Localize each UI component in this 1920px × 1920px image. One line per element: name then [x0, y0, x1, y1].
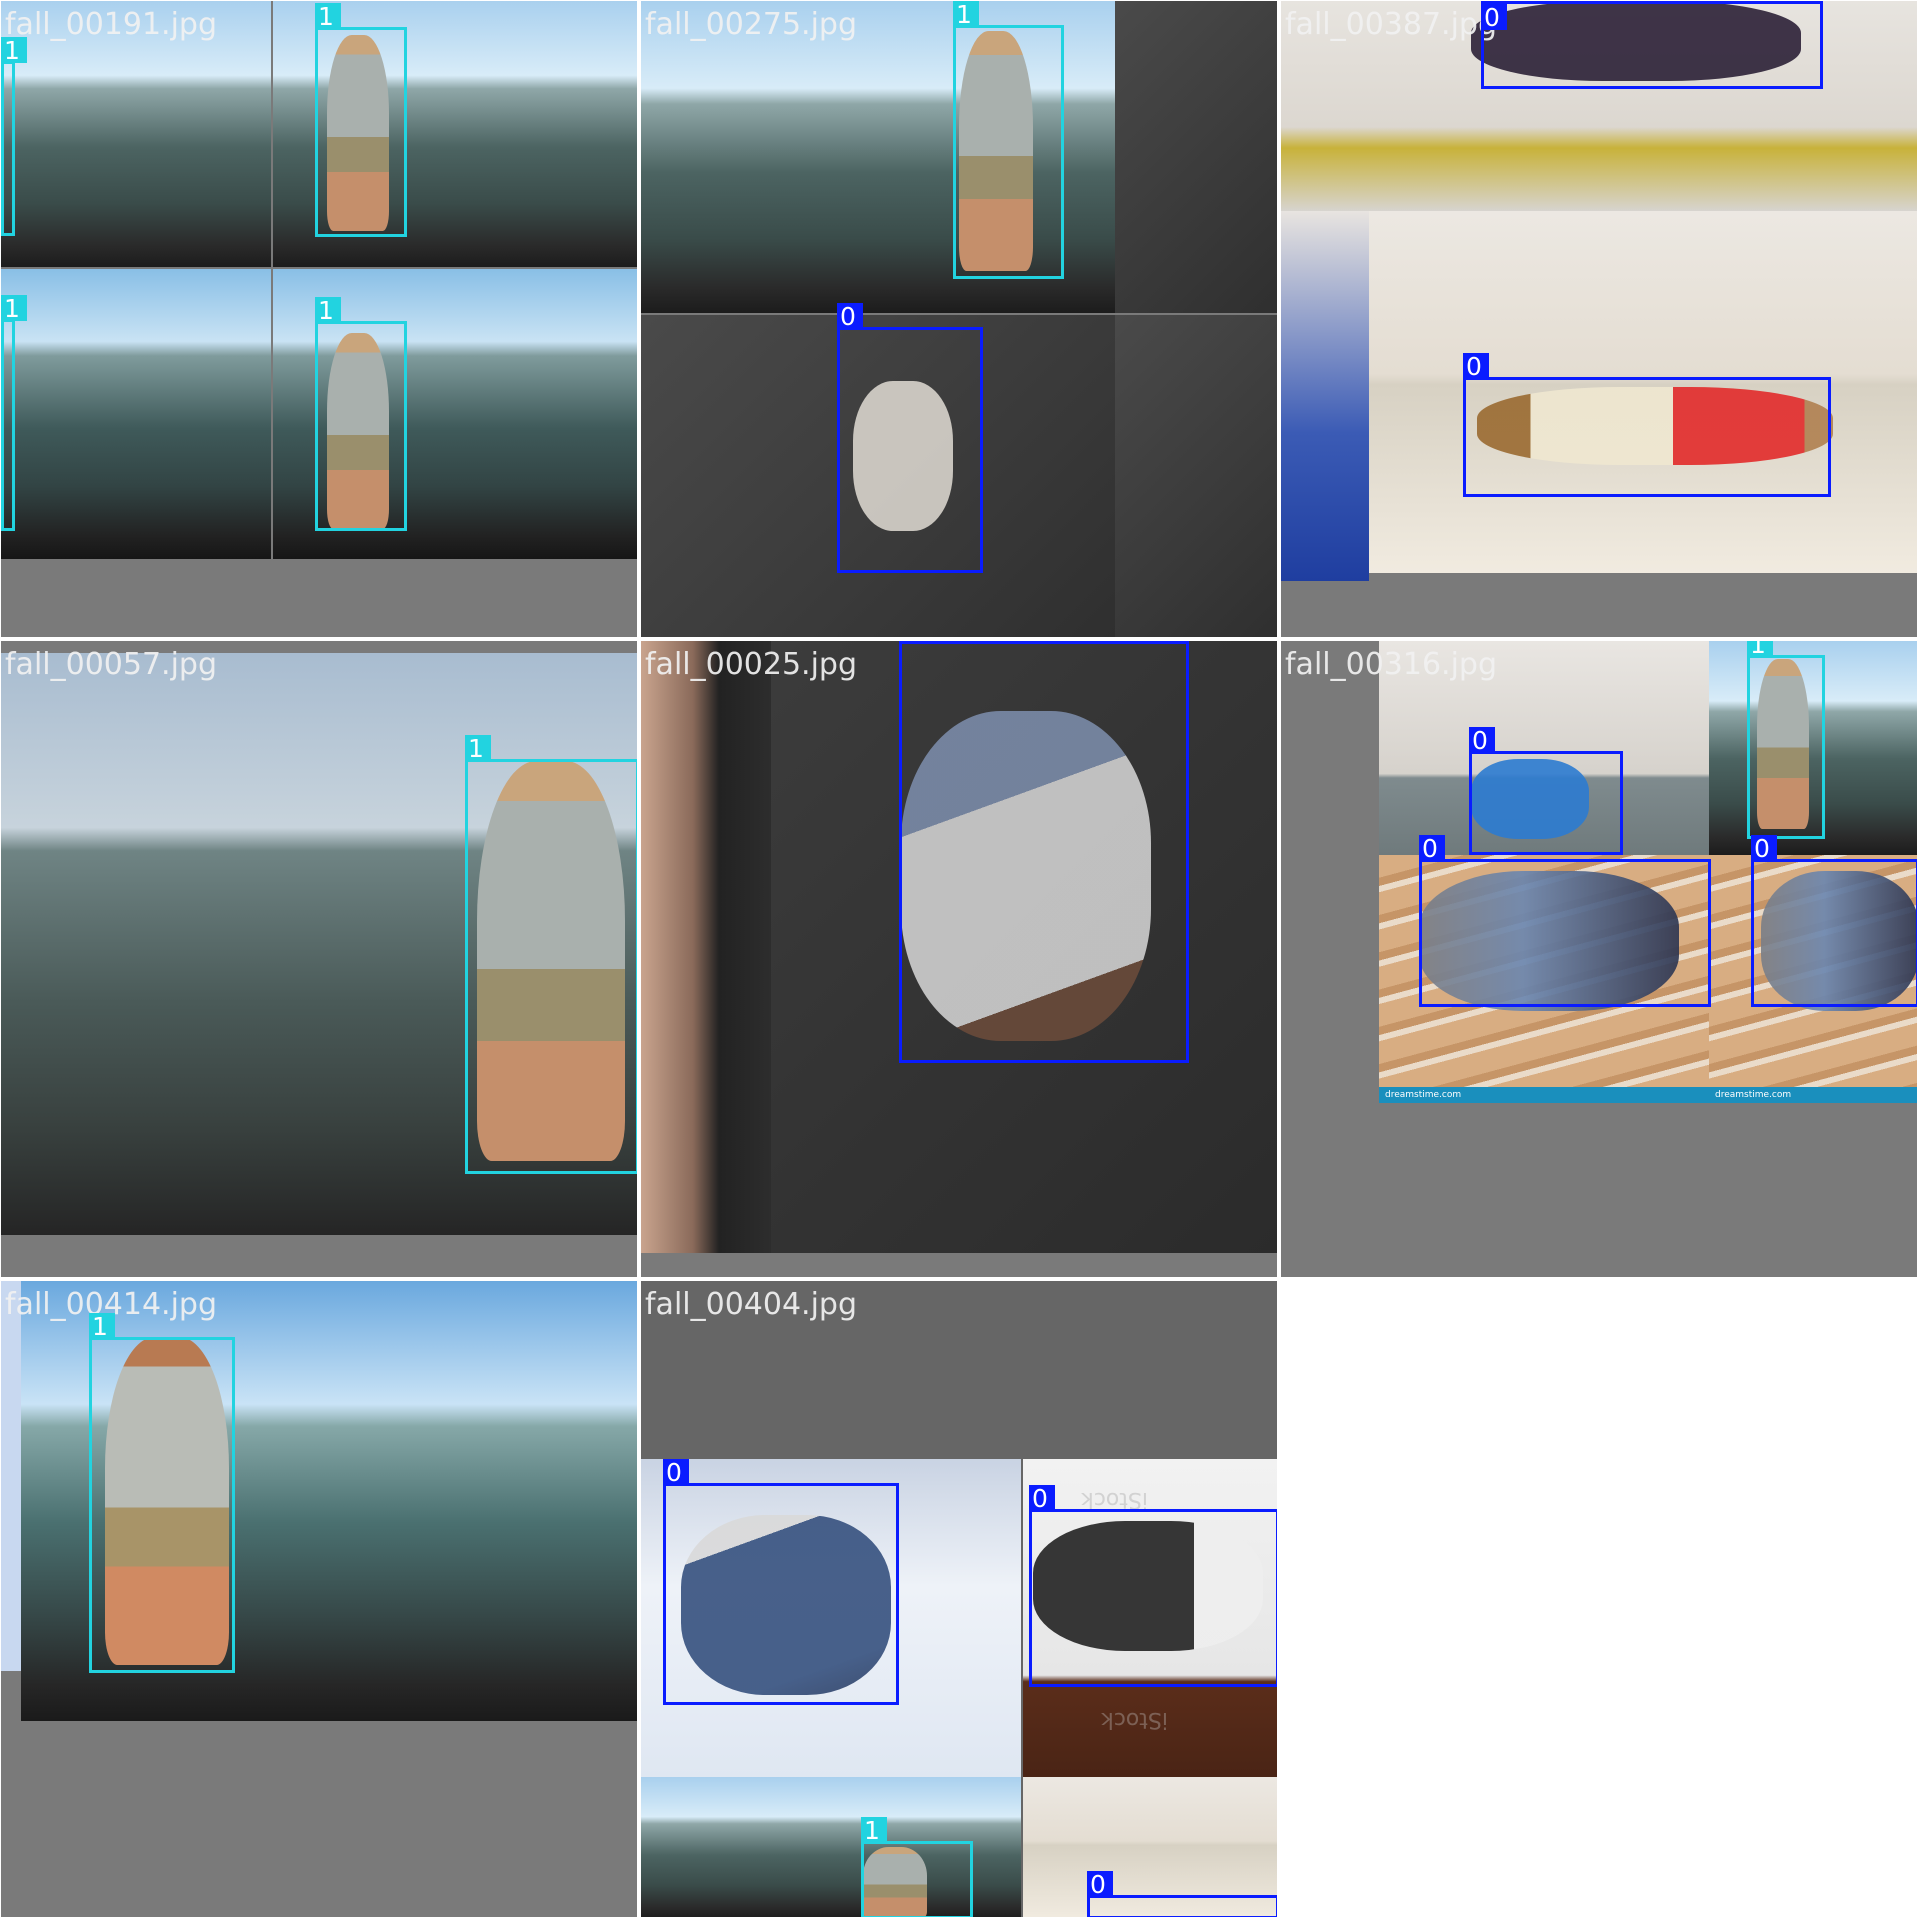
- tile-fall-00387[interactable]: fall_00387.jpg 0 0: [1280, 0, 1918, 638]
- seashore-photo: [1, 269, 271, 559]
- detection-mosaic-grid: fall_00191.jpg 1 1 1 1 fall_00275.jpg 1 …: [0, 0, 1920, 1920]
- tile-fall-00414[interactable]: fall_00414.jpg 1: [0, 1280, 638, 1918]
- bbox-label: 0: [1481, 4, 1507, 31]
- bbox-class-0[interactable]: 0: [899, 641, 1189, 1063]
- bbox-class-1[interactable]: 1: [1, 37, 27, 236]
- tile-fall-00316[interactable]: dreamstime.com dreamstime.com fall_00316…: [1280, 640, 1918, 1278]
- image-filename: fall_00404.jpg: [645, 1287, 858, 1322]
- overhead-floor-photo: [1115, 315, 1277, 637]
- image-filename: fall_00316.jpg: [1285, 647, 1498, 682]
- image-filename: fall_00191.jpg: [5, 7, 218, 42]
- image-filename: fall_00057.jpg: [5, 647, 218, 682]
- watermark-strip: dreamstime.com: [1709, 1087, 1917, 1103]
- bbox-label: 0: [1087, 1871, 1113, 1898]
- tile-fall-00275[interactable]: fall_00275.jpg 1 0: [640, 0, 1278, 638]
- bbox-label: 0: [899, 641, 925, 644]
- bbox-label: 0: [663, 1459, 689, 1486]
- bbox-label: 1: [861, 1817, 887, 1844]
- overhead-floor-photo: [1115, 1, 1277, 313]
- bbox-class-0[interactable]: 0: [1469, 727, 1623, 855]
- empty-grid-slot: [1280, 1280, 1920, 1920]
- bbox-class-0[interactable]: 0: [837, 303, 983, 573]
- bbox-label: 1: [1, 295, 27, 322]
- bbox-label: 0: [1463, 353, 1489, 380]
- bbox-class-0[interactable]: 0: [1481, 1, 1823, 89]
- bbox-label: 1: [1747, 641, 1773, 658]
- edge-strip: [1, 1281, 21, 1671]
- image-filename: fall_00025.jpg: [645, 647, 858, 682]
- bbox-label: 1: [315, 297, 341, 324]
- bbox-label: 1: [315, 3, 341, 30]
- bbox-label: 0: [1029, 1485, 1055, 1512]
- bbox-label: 0: [837, 303, 863, 330]
- bbox-class-1[interactable]: 1: [861, 1817, 973, 1917]
- bbox-class-1[interactable]: 1: [953, 1, 1064, 279]
- tile-fall-00057[interactable]: fall_00057.jpg 1: [0, 640, 638, 1278]
- bbox-label: 1: [953, 1, 979, 28]
- bbox-label: 0: [1419, 835, 1445, 862]
- bbox-class-0[interactable]: 0: [663, 1459, 899, 1705]
- bbox-class-0[interactable]: 0: [1029, 1485, 1277, 1687]
- bbox-class-1[interactable]: 1: [315, 3, 407, 237]
- image-filename: fall_00275.jpg: [645, 7, 858, 42]
- bbox-class-0[interactable]: 0: [1419, 835, 1711, 1007]
- bbox-class-1[interactable]: 1: [465, 735, 637, 1174]
- tile-fall-00025[interactable]: fall_00025.jpg 0: [640, 640, 1278, 1278]
- bbox-label: 1: [465, 735, 491, 762]
- bbox-label: 0: [1751, 835, 1777, 862]
- tile-fall-00404[interactable]: fall_00404.jpg iStock iStock 0 0 1 0: [640, 1280, 1278, 1918]
- bbox-class-0[interactable]: 0: [1463, 353, 1831, 497]
- bbox-class-1[interactable]: 1: [89, 1313, 235, 1673]
- watermark-text: iStock: [1101, 1707, 1168, 1732]
- bbox-class-1[interactable]: 1: [1, 295, 27, 531]
- bbox-class-0[interactable]: 0: [1751, 835, 1917, 1007]
- mat-photo: [1281, 211, 1369, 581]
- bbox-class-1[interactable]: 1: [1747, 641, 1825, 839]
- bbox-class-0[interactable]: 0: [1087, 1871, 1277, 1917]
- bbox-label: 1: [1, 37, 27, 64]
- watermark-strip: dreamstime.com: [1379, 1087, 1709, 1103]
- bbox-label: 0: [1469, 727, 1495, 754]
- tile-fall-00191[interactable]: fall_00191.jpg 1 1 1 1: [0, 0, 638, 638]
- bbox-label: 1: [89, 1313, 115, 1340]
- desk-edge: [641, 641, 771, 1253]
- bbox-class-1[interactable]: 1: [315, 297, 407, 531]
- image-filename: fall_00387.jpg: [1285, 7, 1498, 42]
